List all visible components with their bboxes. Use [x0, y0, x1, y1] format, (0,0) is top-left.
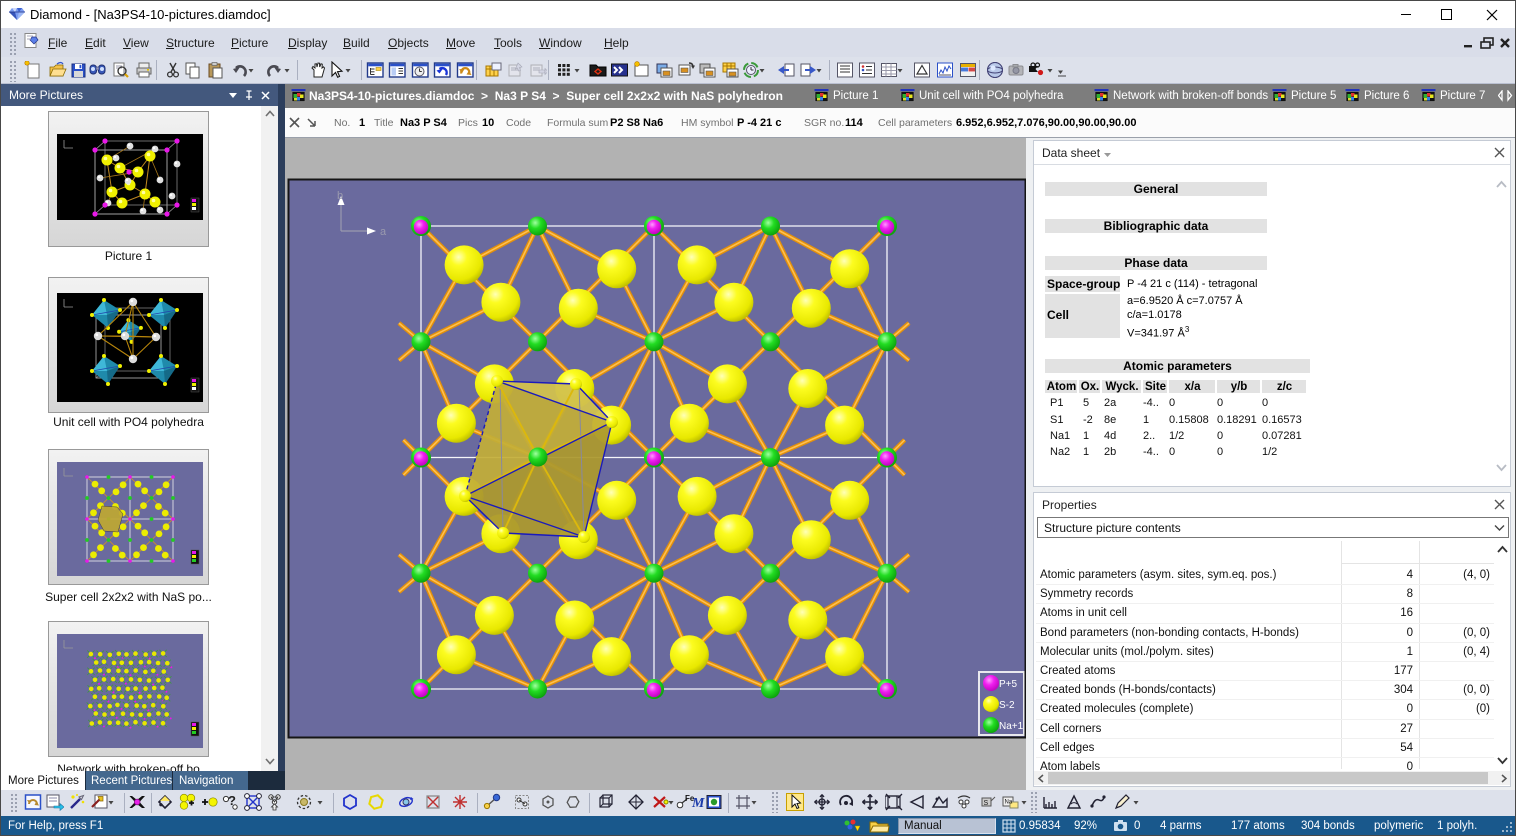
svg-text:a: a: [380, 226, 387, 238]
svg-text:S: S: [983, 800, 988, 807]
svg-text:Na+1: Na+1: [999, 721, 1024, 732]
svg-text:M: M: [691, 796, 705, 811]
svg-text:b: b: [337, 190, 343, 202]
svg-text:P+5: P+5: [999, 679, 1018, 690]
svg-text:Na: Na: [1004, 800, 1012, 806]
svg-text:S-2: S-2: [999, 700, 1015, 711]
